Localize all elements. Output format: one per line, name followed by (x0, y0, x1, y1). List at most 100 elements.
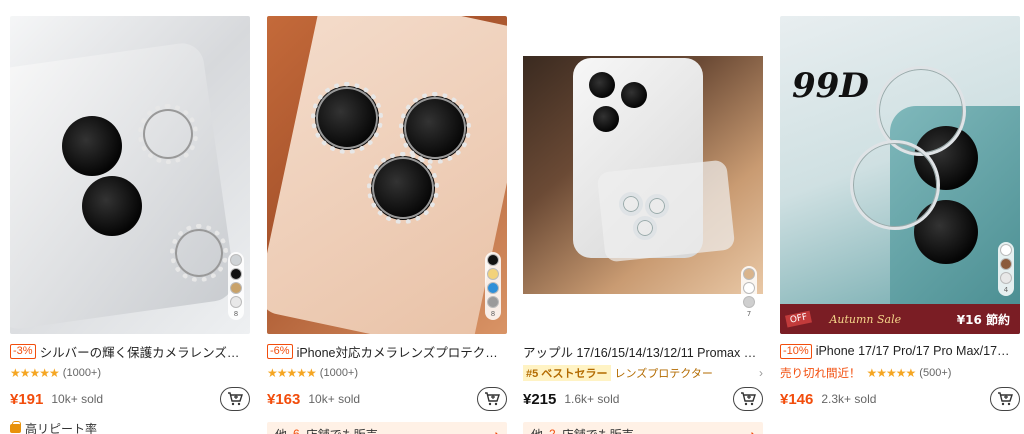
stores-suffix: 店舗でも販売 (562, 426, 634, 434)
sold-count: 10k+ sold (51, 392, 104, 406)
swatch-count: 8 (233, 310, 239, 318)
camera-lens (62, 116, 122, 176)
swatch[interactable] (743, 282, 755, 294)
swatch[interactable] (743, 268, 755, 280)
add-to-cart-button[interactable] (477, 387, 507, 411)
other-stores-banner[interactable]: 他 6 店舗でも販売 › (267, 422, 507, 434)
diamond-ring (138, 104, 198, 164)
price: ¥163 (267, 390, 301, 408)
swatch[interactable] (230, 268, 242, 280)
color-swatches[interactable]: 8 (485, 252, 501, 320)
discount-badge: -6% (267, 343, 293, 359)
camera-lens (589, 72, 615, 98)
off-tag: OFF (785, 310, 813, 328)
camera-lens (593, 106, 619, 132)
price: ¥191 (10, 390, 44, 408)
repeat-purchase-badge: 高リピート率 (10, 420, 250, 434)
rating-count: (500+) (919, 367, 952, 379)
product-card[interactable]: 7 アップル 17/16/15/14/13/12/11 Promax … #5 … (523, 16, 763, 434)
product-card[interactable]: 8 -6% iPhone対応カメラレンズプロテク… ★★★★★ (1000+) … (267, 16, 507, 434)
swatch[interactable] (230, 296, 242, 308)
price-row: ¥163 10k+ sold (267, 386, 507, 412)
chevron-right-icon: › (750, 426, 755, 434)
product-image[interactable]: 8 (267, 16, 507, 334)
price: ¥146 (780, 390, 814, 408)
product-title[interactable]: -6% iPhone対応カメラレンズプロテク… (267, 342, 507, 360)
swatch-count: 4 (1003, 286, 1009, 294)
savings-label: ¥16 節約 (956, 312, 1010, 327)
swatch-count: 7 (746, 310, 752, 318)
sale-promo-banner: OFF Autumn Sale ¥16 節約 (780, 304, 1020, 334)
color-swatches[interactable]: 4 (998, 242, 1014, 296)
discount-badge: -3% (10, 343, 36, 359)
product-card[interactable]: 99D 4 OFF Autumn Sale ¥16 節約 -10% iPhone… (780, 16, 1020, 434)
product-title[interactable]: -10% iPhone 17/17 Pro/17 Pro Max/17… (780, 342, 1020, 360)
product-title-text[interactable]: アップル 17/16/15/14/13/12/11 Promax … (523, 342, 756, 360)
color-swatches[interactable]: 7 (741, 266, 757, 320)
sold-count: 10k+ sold (308, 392, 361, 406)
swatch[interactable] (1000, 258, 1012, 270)
bestseller-badge: #5 ベストセラー (523, 365, 611, 381)
stores-count: 6 (293, 427, 300, 434)
rating-row: ★★★★★ (1000+) (267, 364, 507, 382)
swatch[interactable] (487, 268, 499, 280)
product-image[interactable]: 8 (10, 16, 250, 334)
bestseller-category: レンズプロテクター (614, 368, 713, 380)
lens-ring (850, 140, 940, 230)
product-image[interactable]: 99D 4 OFF Autumn Sale ¥16 節約 (780, 16, 1020, 334)
stores-suffix: 店舗でも販売 (306, 426, 378, 434)
rating-count: (1000+) (62, 367, 102, 379)
lens-ring (633, 216, 657, 240)
price-row: ¥215 1.6k+ sold (523, 386, 763, 412)
product-title-text[interactable]: iPhone 17/17 Pro/17 Pro Max/17… (816, 344, 1010, 358)
discount-badge: -10% (780, 343, 812, 359)
rating-row: 売り切れ間近！ ★★★★★ (500+) (780, 364, 1020, 382)
image-label: 99D (792, 66, 869, 106)
price-row: ¥146 2.3k+ sold (780, 386, 1020, 412)
swatch[interactable] (743, 296, 755, 308)
add-to-cart-button[interactable] (990, 387, 1020, 411)
cart-plus-icon (998, 392, 1013, 406)
bestseller-row[interactable]: #5 ベストセラー レンズプロテクター › (523, 364, 763, 382)
camera-lens (82, 176, 142, 236)
swatch-count: 8 (490, 310, 496, 318)
product-card[interactable]: 8 -3% シルバーの輝く保護カメラレンズ… ★★★★★ (1000+) ¥19… (10, 16, 250, 434)
diamond-ring (367, 152, 439, 224)
swatch[interactable] (1000, 272, 1012, 284)
cart-plus-icon (741, 392, 756, 406)
product-grid: 8 -3% シルバーの輝く保護カメラレンズ… ★★★★★ (1000+) ¥19… (0, 0, 1024, 434)
star-rating-icon: ★★★★★ (866, 366, 917, 380)
product-title[interactable]: -3% シルバーの輝く保護カメラレンズ… (10, 342, 250, 360)
chevron-right-icon: › (494, 426, 499, 434)
swatch[interactable] (230, 254, 242, 266)
add-to-cart-button[interactable] (733, 387, 763, 411)
diamond-ring (170, 224, 228, 282)
product-title[interactable]: アップル 17/16/15/14/13/12/11 Promax … (523, 342, 763, 360)
rating-count: (1000+) (319, 367, 359, 379)
almost-sold-out-label: 売り切れ間近！ (780, 368, 861, 380)
color-swatches[interactable]: 8 (228, 252, 244, 320)
sold-count: 1.6k+ sold (564, 392, 620, 406)
cart-plus-icon (485, 392, 500, 406)
camera-lens (621, 82, 647, 108)
stores-count: 2 (549, 427, 556, 434)
swatch[interactable] (487, 282, 499, 294)
swatch[interactable] (1000, 244, 1012, 256)
autumn-sale-label: Autumn Sale (829, 312, 902, 326)
other-stores-banner[interactable]: 他 2 店舗でも販売 › (523, 422, 763, 434)
swatch[interactable] (230, 282, 242, 294)
repeat-purchase-text: 高リピート率 (25, 422, 98, 434)
swatch[interactable] (487, 254, 499, 266)
product-image[interactable]: 7 (523, 16, 763, 334)
chevron-right-icon: › (759, 366, 763, 380)
diamond-ring (311, 82, 383, 154)
stores-prefix: 他 (531, 426, 543, 434)
swatch[interactable] (487, 296, 499, 308)
add-to-cart-button[interactable] (220, 387, 250, 411)
product-title-text[interactable]: iPhone対応カメラレンズプロテク… (297, 342, 498, 360)
shopping-bag-icon (10, 421, 21, 433)
price: ¥215 (523, 390, 557, 408)
sold-count: 2.3k+ sold (821, 392, 877, 406)
product-title-text[interactable]: シルバーの輝く保護カメラレンズ… (40, 342, 240, 360)
star-rating-icon: ★★★★★ (267, 366, 317, 380)
